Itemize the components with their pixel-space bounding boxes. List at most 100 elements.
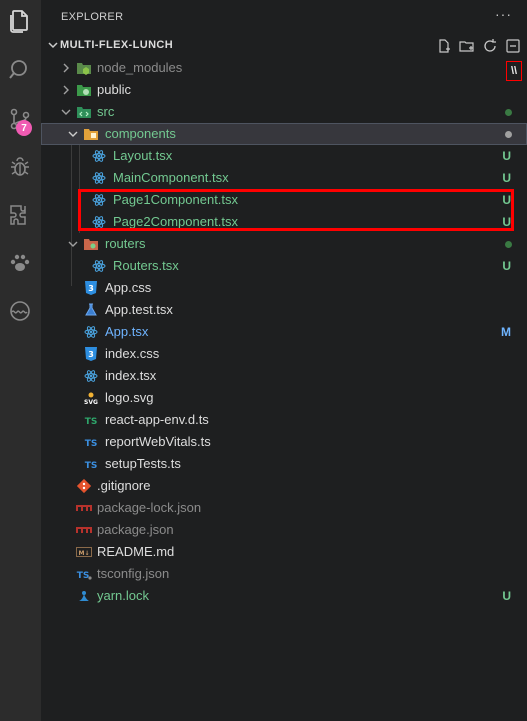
tree-item-logo-svg[interactable]: SVG logo.svg [41,387,527,409]
tree-item-label: src [97,104,115,119]
src-folder-icon [76,104,92,120]
svg-text:TS: TS [85,417,98,427]
git-status: U [502,149,511,163]
markdown-icon: M↓ [76,544,92,560]
tree-item-readme[interactable]: M↓ README.md [41,541,527,563]
collapse-all-icon[interactable] [505,38,521,54]
refresh-icon[interactable] [482,38,498,54]
scm-badge: 7 [16,120,32,136]
remote-icon[interactable] [5,296,35,326]
tree-item-node-modules[interactable]: node_modules [41,57,527,79]
react-icon [91,170,107,186]
explorer-panel: EXPLORER ··· MULTI-FLEX-LUNCH node_modul… [41,0,527,721]
tree-item-index-tsx[interactable]: index.tsx [41,365,527,387]
tree-item-label: .gitignore [97,478,151,493]
git-status: U [502,171,511,185]
activity-bar: 7 [0,0,42,721]
tree-item-label: Routers.tsx [113,258,179,273]
extensions-icon[interactable] [5,200,35,230]
files-icon[interactable] [5,6,35,36]
typescript-icon: TS [83,456,99,472]
paw-icon[interactable] [5,248,35,278]
tree-item-layout[interactable]: Layout.tsx U [41,145,527,167]
tree-item-label: routers [105,236,146,251]
tree-item-label: setupTests.ts [105,456,181,471]
tree-item-label: index.tsx [105,368,157,383]
svg-text:TS: TS [77,571,90,581]
svg-text:3: 3 [88,284,94,293]
tree-item-app-css[interactable]: 3 App.css [41,277,527,299]
svg-text:3: 3 [88,350,94,359]
tree-item-routers-file[interactable]: Routers.tsx U [41,255,527,277]
svg-text:TS: TS [85,439,98,449]
tree-item-label: tsconfig.json [97,566,170,581]
tree-item-app-tsx[interactable]: App.tsx M [41,321,527,343]
tree-item-label: Layout.tsx [113,148,173,163]
status-dot [505,131,512,138]
chevron-down-icon [61,109,71,115]
svg-text:M↓: M↓ [79,550,90,557]
node-folder-icon [76,60,92,76]
chevron-right-icon [63,63,69,73]
tree-item-label: react-app-env.d.ts [105,412,209,427]
tree-item-label: App.tsx [105,324,149,339]
react-icon [91,258,107,274]
tree-item-label: README.md [97,544,175,559]
tree-item-public[interactable]: public [41,79,527,101]
css-icon: 3 [83,346,99,362]
tree-item-label: public [97,82,131,97]
new-folder-icon[interactable] [459,38,475,54]
react-icon [83,368,99,384]
tree-item-src[interactable]: src [41,101,527,123]
tree-item-main-component[interactable]: MainComponent.tsx U [41,167,527,189]
tree-item-label: package-lock.json [97,500,202,515]
public-folder-icon [76,82,92,98]
tsconfig-icon: TS [76,566,92,582]
svg-text:SVG: SVG [84,399,98,405]
tree-item-components[interactable]: components [41,123,527,145]
tree-item-label: MainComponent.tsx [113,170,229,185]
tree-item-index-css[interactable]: 3 index.css [41,343,527,365]
tree-item-routers[interactable]: routers [41,233,527,255]
corner-annotation: \\ [506,61,522,81]
workspace-name: MULTI-FLEX-LUNCH [60,39,174,51]
tree-item-label: package.json [97,522,174,537]
git-status: U [502,589,511,603]
more-actions-icon[interactable]: ··· [495,6,512,22]
git-status: U [502,259,511,273]
tree-item-label: App.css [105,280,152,295]
search-icon[interactable] [5,55,35,85]
tree-item-label: yarn.lock [97,588,150,603]
tree-item-label: node_modules [97,60,183,75]
tree-item-label: components [105,126,176,141]
routers-folder-icon [83,236,99,252]
tree-item-package-json[interactable]: package.json [41,519,527,541]
tree-item-tsconfig[interactable]: TS tsconfig.json [41,563,527,585]
test-flask-icon [83,302,99,318]
git-status: M [501,325,511,339]
tree-item-setup-tests[interactable]: TS setupTests.ts [41,453,527,475]
svg-file-icon: SVG [83,390,99,406]
typescript-def-icon: TS [83,412,99,428]
workspace-root[interactable]: MULTI-FLEX-LUNCH [41,35,527,57]
chevron-down-icon [48,42,58,49]
chevron-down-icon [68,131,78,137]
tree-item-react-app-env[interactable]: TS react-app-env.d.ts [41,409,527,431]
components-folder-icon [83,126,99,142]
tree-item-app-test[interactable]: App.test.tsx [41,299,527,321]
tree-item-label: logo.svg [105,390,154,405]
tree-item-gitignore[interactable]: .gitignore [41,475,527,497]
react-icon [91,148,107,164]
tree-item-report-web-vitals[interactable]: TS reportWebVitals.ts [41,431,527,453]
css-icon: 3 [83,280,99,296]
explorer-title: EXPLORER [61,11,124,23]
chevron-down-icon [68,241,78,247]
npm-icon [76,522,92,538]
git-icon [76,478,92,494]
tree-item-yarn-lock[interactable]: yarn.lock U [41,585,527,607]
new-file-icon[interactable] [436,38,452,54]
tree-item-package-lock[interactable]: package-lock.json [41,497,527,519]
debug-icon[interactable] [5,152,35,182]
status-dot [505,241,512,248]
yarn-icon [76,588,92,604]
